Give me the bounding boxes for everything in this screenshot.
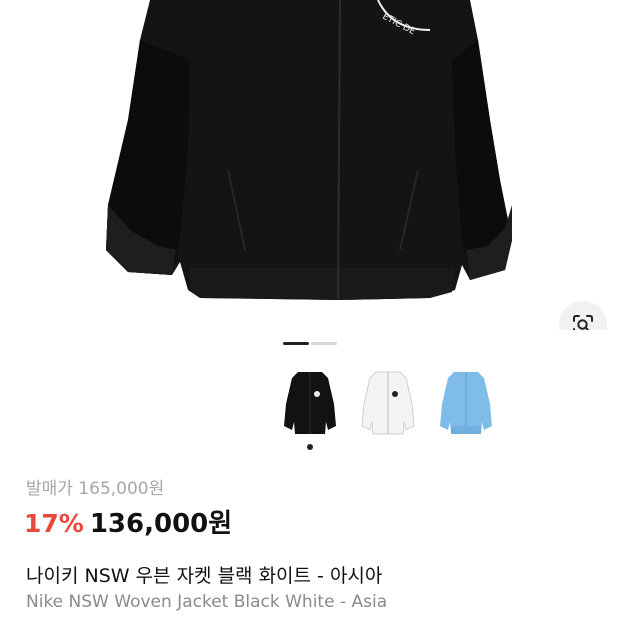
black-jacket-photo: ETIC DE bbox=[106, 0, 512, 300]
color-thumbnails bbox=[278, 364, 518, 450]
sale-price: 136,000원 bbox=[89, 509, 233, 539]
carousel-indicator-active[interactable] bbox=[283, 342, 309, 345]
blue-jacket-thumbnail bbox=[440, 372, 492, 434]
visual-search-icon bbox=[573, 315, 593, 330]
thumbnail-sky-blue[interactable] bbox=[434, 364, 498, 440]
original-price: 발매가 165,000원 bbox=[26, 479, 165, 499]
selected-thumbnail-dot bbox=[307, 444, 313, 450]
product-title-en: Nike NSW Woven Jacket Black White - Asia bbox=[26, 592, 388, 612]
black-jacket-thumbnail bbox=[284, 372, 336, 434]
white-jacket-thumbnail bbox=[361, 371, 415, 435]
carousel-indicator-inactive[interactable] bbox=[311, 342, 337, 345]
thumbnail-black[interactable] bbox=[278, 364, 342, 450]
product-title-ko: 나이키 NSW 우븐 자켓 블랙 화이트 - 아시아 bbox=[26, 565, 383, 587]
product-hero-image[interactable]: ETIC DE bbox=[0, 0, 620, 330]
discount-rate: 17% bbox=[24, 509, 84, 538]
thumbnail-white[interactable] bbox=[356, 364, 420, 440]
price-row: 17% 136,000원 bbox=[24, 503, 232, 540]
